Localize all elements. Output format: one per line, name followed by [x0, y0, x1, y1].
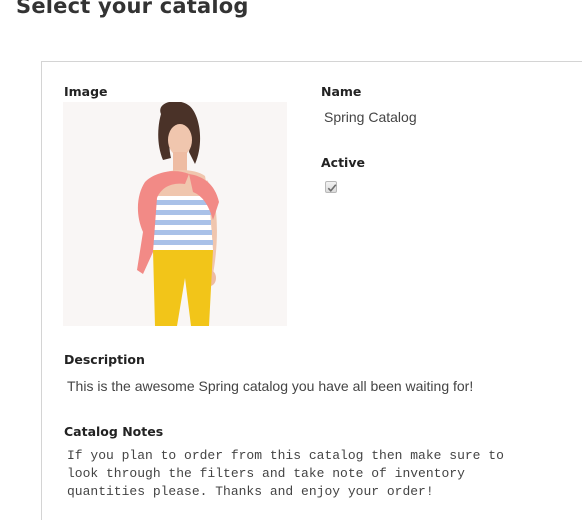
description-value: This is the awesome Spring catalog you h…: [67, 378, 474, 394]
catalog-notes-text: If you plan to order from this catalog t…: [67, 447, 567, 501]
page: Select your catalog Image Name Spring Ca…: [0, 0, 582, 520]
checkmark-icon: [327, 184, 337, 192]
active-checkbox[interactable]: [325, 181, 337, 193]
name-label: Name: [321, 84, 362, 99]
image-label: Image: [64, 84, 108, 99]
description-label: Description: [64, 352, 145, 367]
catalog-image: [63, 102, 287, 326]
notes-line: If you plan to order from this catalog t…: [67, 448, 504, 463]
catalog-notes-label: Catalog Notes: [64, 424, 164, 439]
name-value: Spring Catalog: [324, 109, 417, 125]
page-title: Select your catalog: [16, 0, 249, 18]
notes-line: quantities please. Thanks and enjoy your…: [67, 484, 434, 499]
notes-line: look through the filters and take note o…: [67, 466, 465, 481]
active-label: Active: [321, 155, 365, 170]
